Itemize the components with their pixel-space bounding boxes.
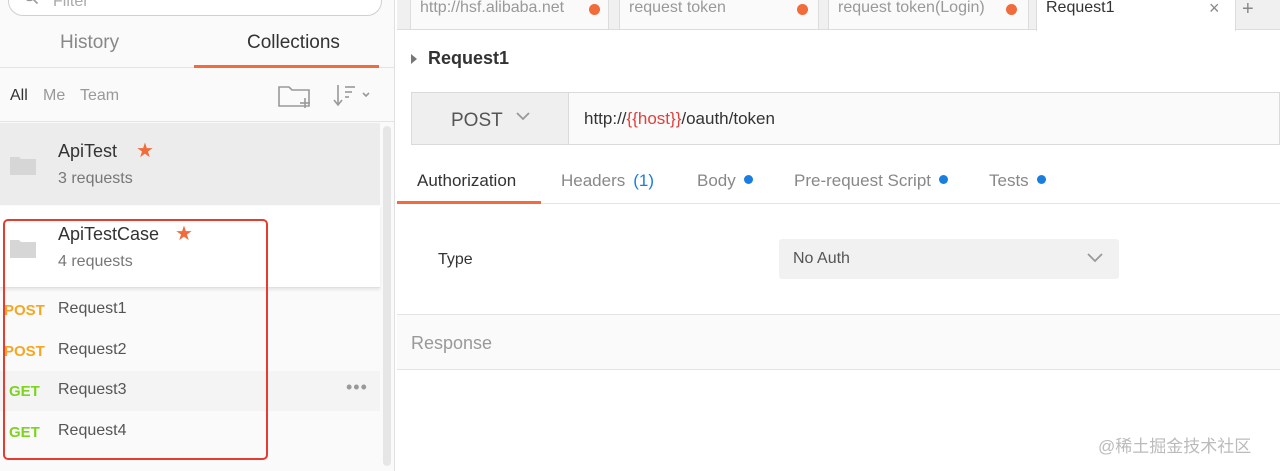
star-icon[interactable]: ★	[136, 138, 154, 163]
unsaved-dot-icon	[797, 4, 808, 15]
watermark: @稀土掘金技术社区	[1098, 437, 1252, 456]
tab-tests[interactable]: Tests	[989, 171, 1046, 191]
collection-name: ApiTestCase	[58, 224, 160, 244]
sidebar: Filter History Collections All Me Team A…	[0, 0, 395, 471]
tab-headers-label: Headers	[561, 171, 626, 190]
method-label: POST	[451, 110, 503, 131]
new-tab-icon[interactable]: +	[1242, 0, 1254, 21]
active-tab-indicator	[194, 65, 379, 68]
caret-right-icon[interactable]	[411, 54, 417, 64]
request-tab-label: request token	[629, 0, 726, 16]
unsaved-dot-icon	[1006, 4, 1017, 15]
url-prefix: http://	[584, 109, 627, 128]
collection-request-count: 4 requests	[58, 253, 133, 270]
request-tab-label: Request1	[1046, 0, 1115, 16]
filter-input[interactable]: Filter	[8, 0, 382, 16]
filter-all[interactable]: All	[10, 87, 28, 105]
url-suffix: /oauth/token	[681, 109, 775, 128]
method-select[interactable]: POST	[412, 93, 569, 144]
request-item[interactable]: POST Request2	[0, 331, 380, 371]
request-name: Request1	[58, 300, 127, 317]
collection-filter-row: All Me Team	[0, 72, 394, 122]
tab-tests-label: Tests	[989, 171, 1029, 190]
tab-collections[interactable]: Collections	[247, 32, 340, 54]
request-method-badge: POST	[4, 302, 45, 319]
search-icon	[25, 0, 39, 5]
request-tab-strip: http://hsf.alibaba.net request token req…	[397, 0, 1280, 31]
request-title: Request1	[428, 48, 510, 68]
request-tab-label: http://hsf.alibaba.net	[420, 0, 565, 16]
unsaved-dot-icon	[589, 4, 600, 15]
request-config-tabs: Authorization Headers (1) Body Pre-reques…	[397, 160, 1280, 204]
chevron-down-icon	[1087, 253, 1103, 263]
sidebar-tabs: History Collections	[0, 24, 394, 68]
folder-icon	[10, 240, 36, 258]
content-dot-icon	[1036, 175, 1046, 184]
response-label: Response	[411, 333, 493, 353]
request-tab-active[interactable]: Request1 ×	[1036, 0, 1236, 31]
filter-me[interactable]: Me	[43, 87, 65, 105]
filter-placeholder: Filter	[53, 0, 89, 10]
star-icon[interactable]: ★	[175, 221, 193, 246]
request-tab-label: request token(Login)	[838, 0, 985, 16]
tab-prescript-label: Pre-request Script	[794, 171, 931, 190]
request-tab[interactable]: request token(Login)	[828, 0, 1029, 30]
url-bar: POST http://{{host}}/oauth/token	[411, 92, 1280, 145]
request-method-badge: POST	[4, 343, 45, 360]
tab-authorization[interactable]: Authorization	[417, 171, 516, 191]
sort-icon[interactable]	[333, 82, 373, 110]
content-dot-icon	[743, 175, 753, 184]
request-item[interactable]: POST Request1	[0, 290, 380, 330]
close-icon[interactable]: ×	[1209, 0, 1220, 19]
request-item[interactable]: GET Request3 •••	[0, 371, 380, 411]
request-method-badge: GET	[9, 424, 40, 441]
tab-body-label: Body	[697, 171, 736, 190]
active-tab-indicator	[397, 201, 541, 204]
request-name: Request3	[58, 381, 127, 398]
collection-request-count: 3 requests	[58, 170, 133, 187]
response-section[interactable]: Response	[397, 314, 1280, 370]
tab-body[interactable]: Body	[697, 171, 753, 191]
content-dot-icon	[939, 175, 948, 184]
request-tab[interactable]: http://hsf.alibaba.net	[410, 0, 609, 30]
more-options-icon[interactable]: •••	[346, 377, 368, 398]
tab-history[interactable]: History	[60, 32, 119, 54]
auth-type-value: No Auth	[793, 250, 850, 267]
collection-name: ApiTest	[58, 141, 118, 161]
url-input[interactable]: http://{{host}}/oauth/token	[584, 109, 775, 129]
request-name: Request2	[58, 341, 127, 358]
filter-team[interactable]: Team	[80, 87, 119, 105]
request-name: Request4	[58, 422, 127, 439]
auth-type-label: Type	[438, 251, 473, 268]
request-item[interactable]: GET Request4	[0, 412, 380, 452]
sidebar-scrollbar[interactable]	[383, 126, 391, 466]
request-tab[interactable]: request token	[619, 0, 819, 30]
new-collection-icon[interactable]	[277, 82, 313, 110]
collection-item[interactable]: ApiTest ★ 3 requests	[0, 123, 380, 205]
headers-count: (1)	[633, 171, 655, 190]
folder-icon	[10, 157, 36, 175]
collection-item[interactable]: ApiTestCase ★ 4 requests	[0, 206, 380, 288]
request-method-badge: GET	[9, 383, 40, 400]
auth-type-select[interactable]: No Auth	[779, 239, 1119, 279]
main-panel: http://hsf.alibaba.net request token req…	[397, 0, 1280, 471]
tab-pre-request-script[interactable]: Pre-request Script	[794, 171, 948, 191]
url-variable: {{host}}	[626, 109, 682, 128]
tab-headers[interactable]: Headers (1)	[561, 171, 654, 191]
chevron-down-icon	[516, 112, 530, 121]
